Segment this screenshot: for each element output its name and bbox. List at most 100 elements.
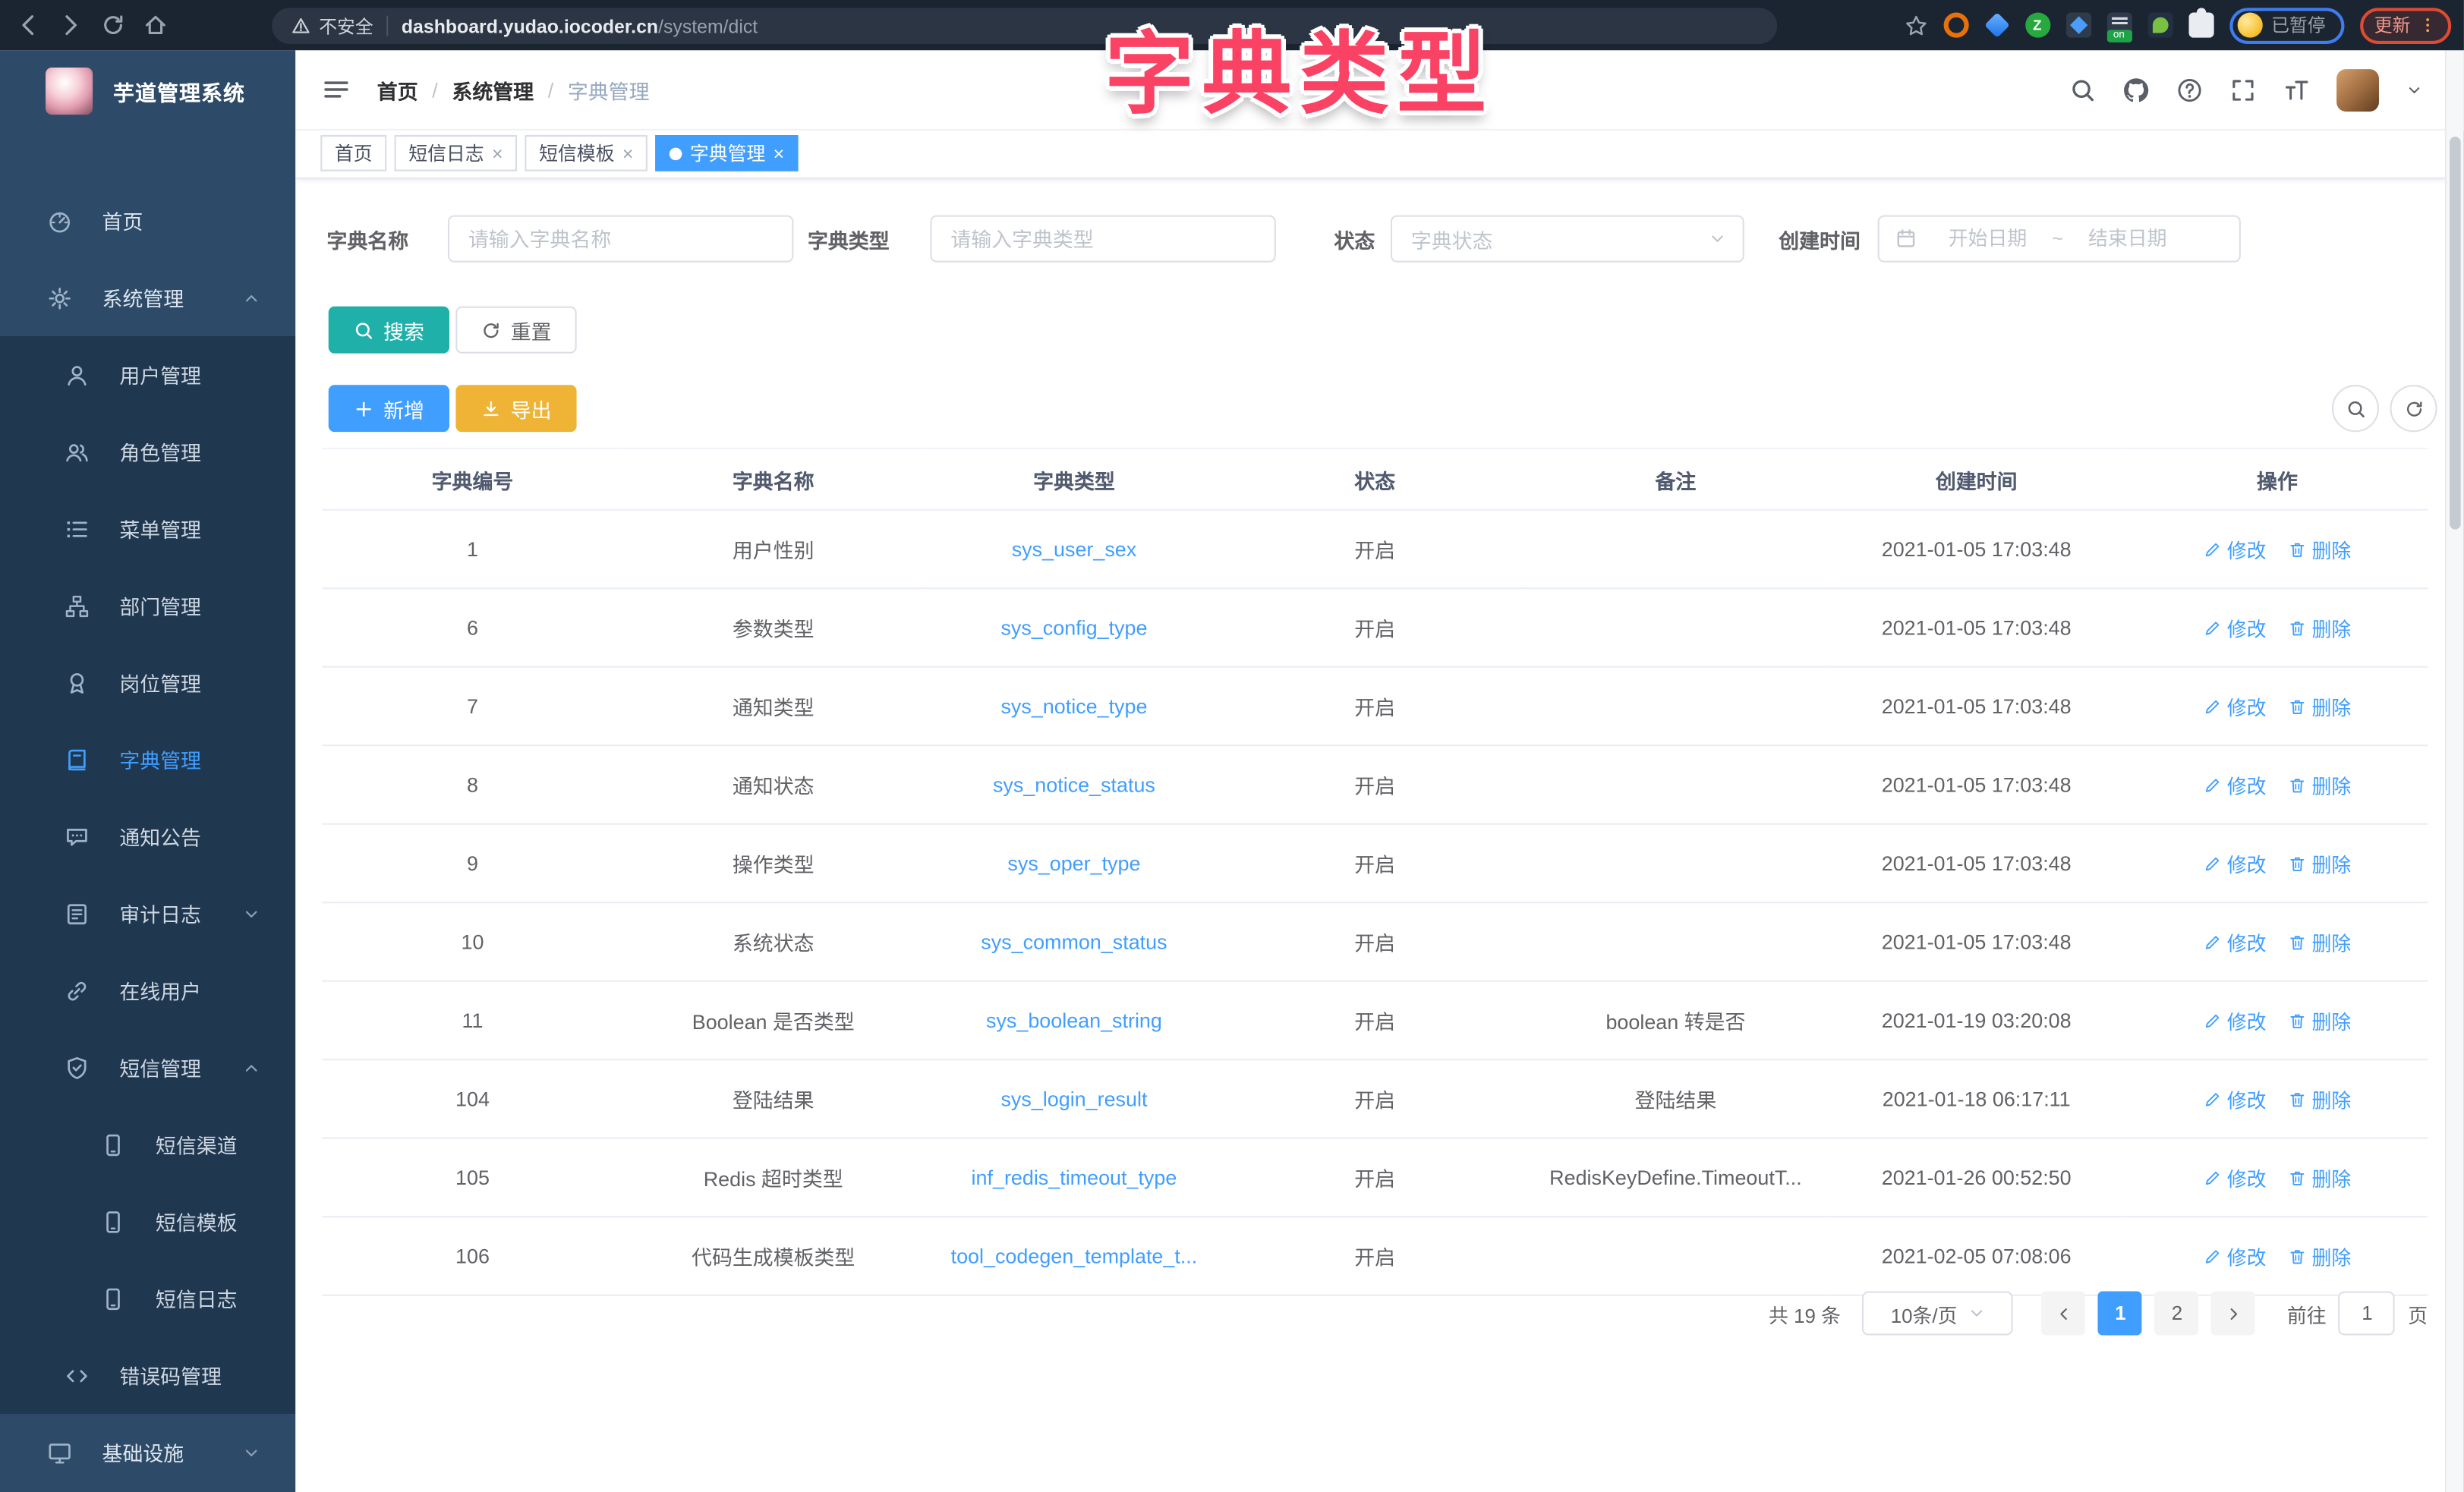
dict-name-input[interactable] (448, 216, 793, 263)
delete-button[interactable]: 删除 (2288, 534, 2351, 564)
browser-reload-button[interactable] (100, 13, 125, 38)
sidebar-item-notice[interactable]: 通知公告 (0, 798, 295, 875)
sidebar-item-system-management[interactable]: 系统管理 (0, 260, 295, 336)
dict-type-link[interactable]: sys_oper_type (1007, 851, 1140, 875)
tab-close-icon[interactable]: × (622, 143, 634, 162)
edit-button[interactable]: 修改 (2204, 1241, 2267, 1270)
extension-icon-diamond[interactable] (2065, 13, 2091, 38)
edit-button[interactable]: 修改 (2204, 927, 2267, 956)
github-icon[interactable] (2123, 76, 2150, 102)
page-button-2[interactable]: 2 (2155, 1292, 2199, 1336)
delete-button[interactable]: 删除 (2288, 1006, 2351, 1035)
bookmark-star-icon[interactable] (1904, 14, 1927, 37)
sidebar-item-sms-channel[interactable]: 短信渠道 (0, 1106, 295, 1182)
dict-type-link[interactable]: sys_common_status (981, 930, 1167, 953)
table-search-toggle-button[interactable] (2332, 385, 2379, 432)
add-button[interactable]: 新增 (329, 385, 449, 432)
sidebar-toggle-button[interactable] (322, 75, 350, 103)
browser-forward-button[interactable] (58, 13, 83, 38)
tab-close-icon[interactable]: × (492, 143, 503, 162)
delete-button[interactable]: 删除 (2288, 770, 2351, 799)
browser-address-bar[interactable]: 不安全 dashboard.yudao.iocoder.cn /system/d… (272, 8, 1777, 44)
table-refresh-button[interactable] (2390, 385, 2437, 432)
goto-page-input[interactable] (2339, 1292, 2396, 1336)
dict-type-link[interactable]: inf_redis_timeout_type (972, 1166, 1177, 1189)
delete-button[interactable]: 删除 (2288, 927, 2351, 956)
sidebar-item-role-management[interactable]: 角色管理 (0, 413, 295, 489)
delete-button[interactable]: 删除 (2288, 1241, 2351, 1270)
edit-button[interactable]: 修改 (2204, 770, 2267, 799)
tab-home[interactable]: 首页 (320, 135, 386, 172)
tab-sms-log[interactable]: 短信日志× (395, 135, 518, 172)
sidebar-item-post-management[interactable]: 岗位管理 (0, 644, 295, 721)
breadcrumb-system[interactable]: 系统管理 (452, 74, 534, 104)
sidebar-item-sms-log[interactable]: 短信日志 (0, 1260, 295, 1336)
scrollbar-thumb[interactable] (2449, 137, 2459, 530)
user-avatar[interactable] (2336, 68, 2379, 111)
extension-paused-pill[interactable]: 已暂停 (2229, 7, 2344, 43)
edit-button[interactable]: 修改 (2204, 691, 2267, 721)
edit-button[interactable]: 修改 (2204, 1006, 2267, 1035)
help-icon[interactable] (2176, 76, 2203, 102)
search-button[interactable]: 搜索 (329, 307, 449, 354)
dict-type-link[interactable]: sys_user_sex (1012, 537, 1137, 561)
delete-button[interactable]: 删除 (2288, 1084, 2351, 1113)
start-date-input[interactable] (1927, 226, 2049, 251)
tab-close-icon[interactable]: × (774, 143, 785, 162)
browser-back-button[interactable] (16, 13, 41, 38)
extension-icon-gem[interactable] (1983, 12, 2009, 38)
browser-update-button[interactable]: 更新 (2360, 7, 2451, 43)
sidebar-item-infrastructure[interactable]: 基础设施 (0, 1414, 295, 1490)
sidebar-item-audit-log[interactable]: 审计日志 (0, 875, 295, 952)
sidebar-item-online-users[interactable]: 在线用户 (0, 952, 295, 1028)
extension-icon-donut[interactable] (1943, 13, 1968, 38)
header-search-icon[interactable] (2069, 76, 2096, 102)
reset-button[interactable]: 重置 (455, 307, 576, 354)
edit-button[interactable]: 修改 (2204, 1084, 2267, 1113)
sidebar-item-dept-management[interactable]: 部门管理 (0, 567, 295, 644)
extension-icon-leaf[interactable] (2147, 13, 2173, 38)
sidebar-item-user-management[interactable]: 用户管理 (0, 336, 295, 413)
dict-type-link[interactable]: sys_login_result (1000, 1087, 1147, 1110)
extension-icon-green-circle[interactable]: Z (2024, 13, 2050, 38)
dict-type-link[interactable]: sys_config_type (1000, 615, 1147, 639)
dict-type-link[interactable]: sys_boolean_string (986, 1009, 1162, 1032)
delete-button[interactable]: 删除 (2288, 1163, 2351, 1192)
tab-dict-management[interactable]: 字典管理× (655, 135, 798, 172)
export-button[interactable]: 导出 (455, 385, 576, 432)
font-size-icon[interactable] (2283, 76, 2310, 102)
sidebar-item-menu-management[interactable]: 菜单管理 (0, 490, 295, 567)
delete-button[interactable]: 删除 (2288, 691, 2351, 721)
status-select[interactable]: 字典状态 (1391, 216, 1744, 263)
delete-button[interactable]: 删除 (2288, 848, 2351, 878)
dict-type-input[interactable] (930, 216, 1275, 263)
sidebar-item-sms-template[interactable]: 短信模板 (0, 1183, 295, 1260)
sidebar-item-dict-management[interactable]: 字典管理 (0, 721, 295, 798)
edit-button[interactable]: 修改 (2204, 534, 2267, 564)
end-date-input[interactable] (2066, 226, 2188, 251)
edit-button[interactable]: 修改 (2204, 848, 2267, 878)
dict-type-link[interactable]: tool_codegen_template_t... (951, 1244, 1198, 1267)
page-button-1[interactable]: 1 (2098, 1292, 2142, 1336)
next-page-button[interactable] (2211, 1292, 2255, 1336)
tab-sms-template[interactable]: 短信模板× (525, 135, 648, 172)
avatar-caret-icon[interactable] (2406, 81, 2423, 99)
extension-icon-switch[interactable]: on (2106, 13, 2132, 38)
extension-icon-puzzle[interactable] (2188, 13, 2213, 38)
delete-button[interactable]: 删除 (2288, 612, 2351, 642)
edit-button[interactable]: 修改 (2204, 612, 2267, 642)
sidebar-item-home[interactable]: 首页 (0, 182, 295, 259)
breadcrumb-home[interactable]: 首页 (377, 74, 418, 104)
browser-home-button[interactable] (143, 13, 168, 38)
sidebar-item-sms-management[interactable]: 短信管理 (0, 1029, 295, 1106)
dict-type-link[interactable]: sys_notice_status (993, 773, 1155, 796)
edit-button[interactable]: 修改 (2204, 1163, 2267, 1192)
prev-page-button[interactable] (2042, 1292, 2086, 1336)
dict-type-link[interactable]: sys_notice_type (1000, 694, 1147, 718)
date-range-picker[interactable]: ~ (1878, 216, 2241, 263)
sidebar-item-error-code[interactable]: 错误码管理 (0, 1337, 295, 1414)
browser-menu-kebab-icon[interactable] (2418, 16, 2437, 35)
fullscreen-icon[interactable] (2229, 76, 2256, 102)
page-size-select[interactable]: 10条/页 (1863, 1292, 2014, 1336)
app-logo[interactable]: 芋道管理系统 (0, 50, 295, 132)
